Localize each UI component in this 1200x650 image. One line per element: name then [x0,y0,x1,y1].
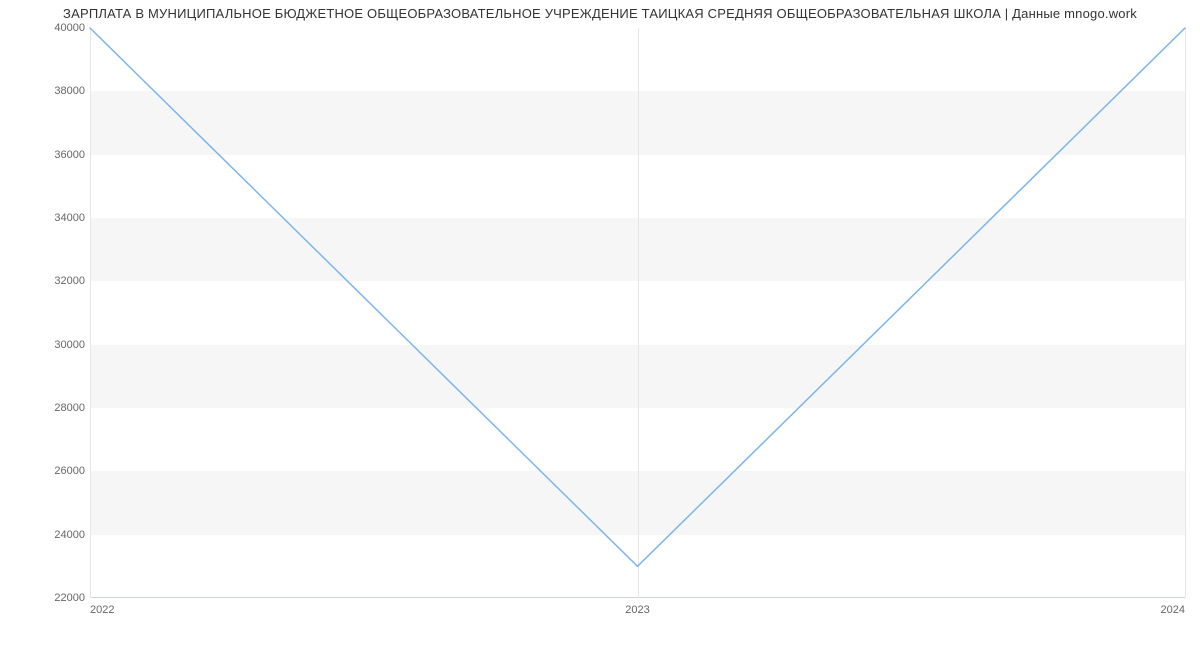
y-axis-tick-label: 28000 [5,402,85,414]
chart-title: ЗАРПЛАТА В МУНИЦИПАЛЬНОЕ БЮДЖЕТНОЕ ОБЩЕО… [0,6,1200,21]
plot-area [90,28,1185,598]
y-axis-tick-label: 24000 [5,529,85,541]
series-polyline [90,28,1185,566]
x-axis-tick-label: 2022 [90,604,114,616]
y-axis-tick-label: 22000 [5,592,85,604]
chart-container: ЗАРПЛАТА В МУНИЦИПАЛЬНОЕ БЮДЖЕТНОЕ ОБЩЕО… [0,0,1200,650]
x-axis-tick-label: 2023 [625,604,649,616]
gridline-vertical [1185,28,1186,598]
y-axis-tick-label: 32000 [5,275,85,287]
y-axis-tick-label: 40000 [5,22,85,34]
x-axis-tick-label: 2024 [1161,604,1185,616]
y-axis-tick-label: 30000 [5,339,85,351]
y-axis-tick-label: 36000 [5,149,85,161]
line-series [90,28,1185,598]
y-axis-tick-label: 34000 [5,212,85,224]
y-axis-tick-label: 38000 [5,85,85,97]
y-axis-tick-label: 26000 [5,465,85,477]
